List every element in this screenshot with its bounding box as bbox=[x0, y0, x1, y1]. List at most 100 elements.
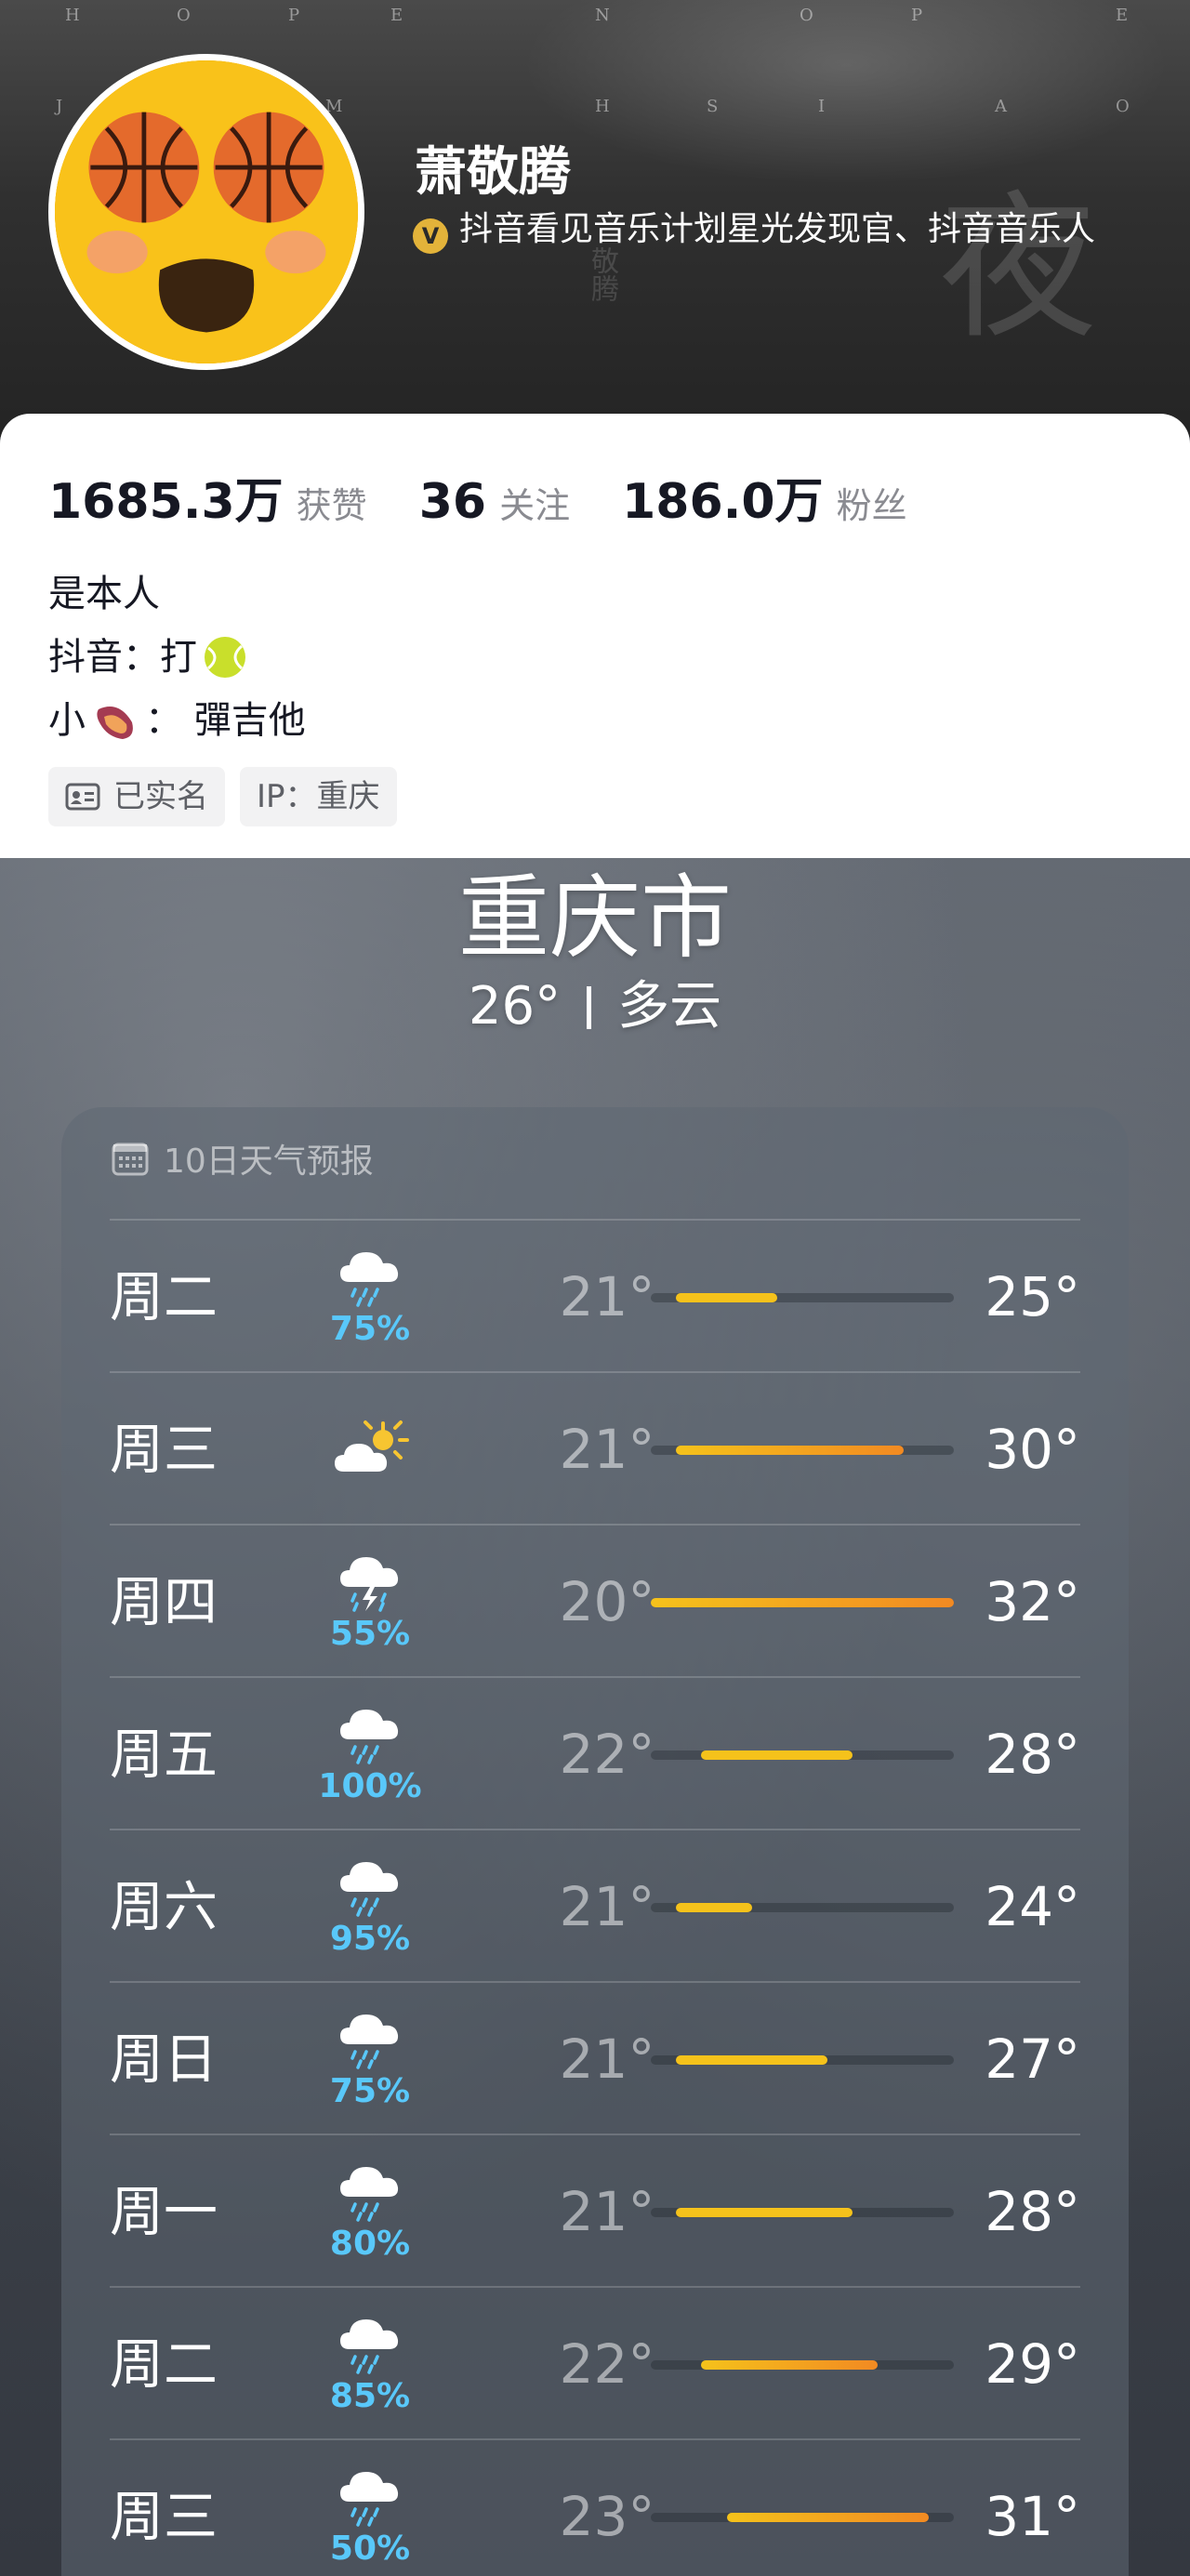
profile-name: 萧敬腾 bbox=[415, 142, 571, 203]
separator bbox=[587, 986, 592, 1029]
forecast-title: 10日天气预报 bbox=[164, 1143, 374, 1181]
precipitation-chance: 75% bbox=[329, 2072, 411, 2110]
background-letter: O bbox=[1116, 97, 1130, 116]
following-stat[interactable]: 36 关注 bbox=[419, 474, 570, 530]
high-temperature: 28° bbox=[985, 2180, 1080, 2243]
background-letter: E bbox=[390, 6, 403, 25]
forecast-day: 周五 bbox=[110, 1723, 218, 1786]
verified-badge-icon: V bbox=[413, 218, 448, 254]
temperature-range-track bbox=[651, 2513, 954, 2522]
forecast-day: 周日 bbox=[110, 2028, 218, 2091]
bio-text: 小 bbox=[48, 699, 86, 742]
precipitation-chance: 80% bbox=[329, 2225, 411, 2263]
high-temperature: 31° bbox=[985, 2485, 1080, 2548]
background-letter: H bbox=[595, 97, 610, 116]
background-letter: H bbox=[65, 6, 80, 25]
temperature-range-bar bbox=[676, 1446, 904, 1455]
temperature-range-track bbox=[651, 1598, 954, 1607]
temperature-range-bar bbox=[676, 2208, 853, 2217]
forecast-row[interactable]: 周三 50% 23° 31° bbox=[110, 2438, 1080, 2576]
temperature-range-bar bbox=[676, 2055, 828, 2065]
precipitation-chance: 85% bbox=[329, 2377, 411, 2415]
bio-line: 是本人 bbox=[48, 573, 160, 615]
profile-info-card: 1685.3万 获赞 36 关注 186.0万 粉丝 是本人 抖音：打 小 ： … bbox=[0, 414, 1190, 858]
high-temperature: 29° bbox=[985, 2332, 1080, 2396]
background-letter: P bbox=[911, 6, 923, 25]
real-name-tag[interactable]: 已实名 bbox=[48, 767, 225, 826]
tag-text: 已实名 bbox=[113, 778, 208, 815]
background-letter: O bbox=[177, 6, 191, 25]
forecast-row[interactable]: 周二 85% 22° 29° bbox=[110, 2286, 1080, 2438]
background-letter: N bbox=[595, 6, 610, 25]
id-card-icon bbox=[65, 783, 100, 811]
ip-location-tag[interactable]: IP：重庆 bbox=[240, 767, 397, 826]
basketball-eyes-emoji-icon bbox=[55, 60, 358, 363]
likes-stat[interactable]: 1685.3万 获赞 bbox=[48, 462, 367, 532]
cloud-rain-icon bbox=[331, 1239, 409, 1310]
forecast-row[interactable]: 周六 95% 21° 24° bbox=[110, 1829, 1080, 1981]
high-temperature: 30° bbox=[985, 1418, 1080, 1481]
bio-line: 小 ： 彈吉他 bbox=[48, 689, 306, 752]
thunderstorm-icon bbox=[331, 1544, 409, 1615]
verification-line: V 抖音看见音乐计划星光发现官、抖音音乐人 bbox=[413, 206, 1138, 254]
background-letter: A bbox=[995, 97, 1007, 116]
bio-text: 抖音：打 bbox=[48, 636, 197, 679]
forecast-day: 周二 bbox=[110, 2332, 218, 2396]
forecast-row[interactable]: 周四 55% 20° 32° bbox=[110, 1524, 1080, 1676]
temperature-range-bar bbox=[676, 1293, 777, 1302]
temperature-range-track bbox=[651, 1446, 954, 1455]
temperature-range-track bbox=[651, 2055, 954, 2065]
precipitation-chance: 50% bbox=[329, 2530, 411, 2568]
forecast-day: 周三 bbox=[110, 2485, 218, 2548]
forecast-row[interactable]: 周五 100% 22° 28° bbox=[110, 1676, 1080, 1829]
precipitation-chance: 100% bbox=[318, 1767, 422, 1805]
precipitation-chance: 55% bbox=[329, 1615, 411, 1653]
forecast-row[interactable]: 周二 75% 21° 25° bbox=[110, 1219, 1080, 1371]
forecast-day: 周四 bbox=[110, 1570, 218, 1633]
temperature-range-track bbox=[651, 1903, 954, 1912]
forecast-list: 周二 75% 21° 25° 周三 21° 30° 周四 55% 20° 32° 周五 100% 22° 2… bbox=[110, 1219, 1080, 2576]
followers-stat[interactable]: 186.0万 粉丝 bbox=[622, 462, 907, 532]
background-calligraphy: 夜 bbox=[939, 177, 1098, 361]
background-letter: E bbox=[1116, 6, 1129, 25]
precipitation-chance: 75% bbox=[329, 1310, 411, 1348]
background-letter: O bbox=[800, 6, 813, 25]
current-condition: 多云 bbox=[617, 976, 722, 1037]
temperature-range-bar bbox=[701, 2360, 879, 2370]
calendar-icon bbox=[112, 1143, 149, 1176]
forecast-row[interactable]: 周日 75% 21° 27° bbox=[110, 1981, 1080, 2133]
forecast-day: 周三 bbox=[110, 1418, 218, 1481]
temperature-range-bar bbox=[651, 1598, 954, 1607]
high-temperature: 32° bbox=[985, 1570, 1080, 1633]
temperature-range-track bbox=[651, 2360, 954, 2370]
stat-label: 获赞 bbox=[296, 485, 367, 526]
stat-value: 36 bbox=[418, 474, 487, 530]
cloud-rain-icon bbox=[331, 2459, 409, 2530]
forecast-row[interactable]: 周三 21° 30° bbox=[110, 1371, 1080, 1524]
background-letter: I bbox=[818, 97, 826, 116]
forecast-day: 周二 bbox=[110, 1265, 218, 1328]
forecast-header: 10日天气预报 bbox=[112, 1135, 374, 1182]
forecast-day: 周六 bbox=[110, 1875, 218, 1938]
high-temperature: 24° bbox=[985, 1875, 1080, 1938]
temperature-range-bar bbox=[701, 1750, 853, 1760]
background-letter: P bbox=[288, 6, 300, 25]
profile-header: HOPENOPE JMHSIAO 夜 敬腾 萧敬腾 V 抖音看见音乐计划星光发现官… bbox=[0, 0, 1190, 437]
tennis-ball-icon bbox=[205, 637, 245, 678]
temperature-range-track bbox=[651, 1750, 954, 1760]
high-temperature: 27° bbox=[985, 2028, 1080, 2091]
stat-value: 186.0万 bbox=[622, 474, 824, 530]
bio-line: 抖音：打 bbox=[48, 626, 306, 689]
background-letter: S bbox=[707, 97, 719, 116]
sweet-potato-icon bbox=[97, 707, 133, 739]
ten-day-forecast-panel: 10日天气预报 周二 75% 21° 25° 周三 21° 30° 周四 55% 20° 32° 周五… bbox=[61, 1107, 1129, 2576]
cloud-rain-icon bbox=[331, 1697, 409, 1767]
low-temperature: 23° bbox=[559, 2485, 655, 2548]
high-temperature: 28° bbox=[985, 1723, 1080, 1786]
temperature-range-bar bbox=[726, 2513, 929, 2522]
avatar[interactable] bbox=[48, 54, 364, 370]
verification-text: 抖音看见音乐计划星光发现官、抖音音乐人 bbox=[459, 210, 1096, 248]
stats-row: 1685.3万 获赞 36 关注 186.0万 粉丝 bbox=[48, 462, 959, 532]
forecast-row[interactable]: 周一 80% 21° 28° bbox=[110, 2133, 1080, 2286]
cloud-rain-icon bbox=[331, 1849, 409, 1920]
